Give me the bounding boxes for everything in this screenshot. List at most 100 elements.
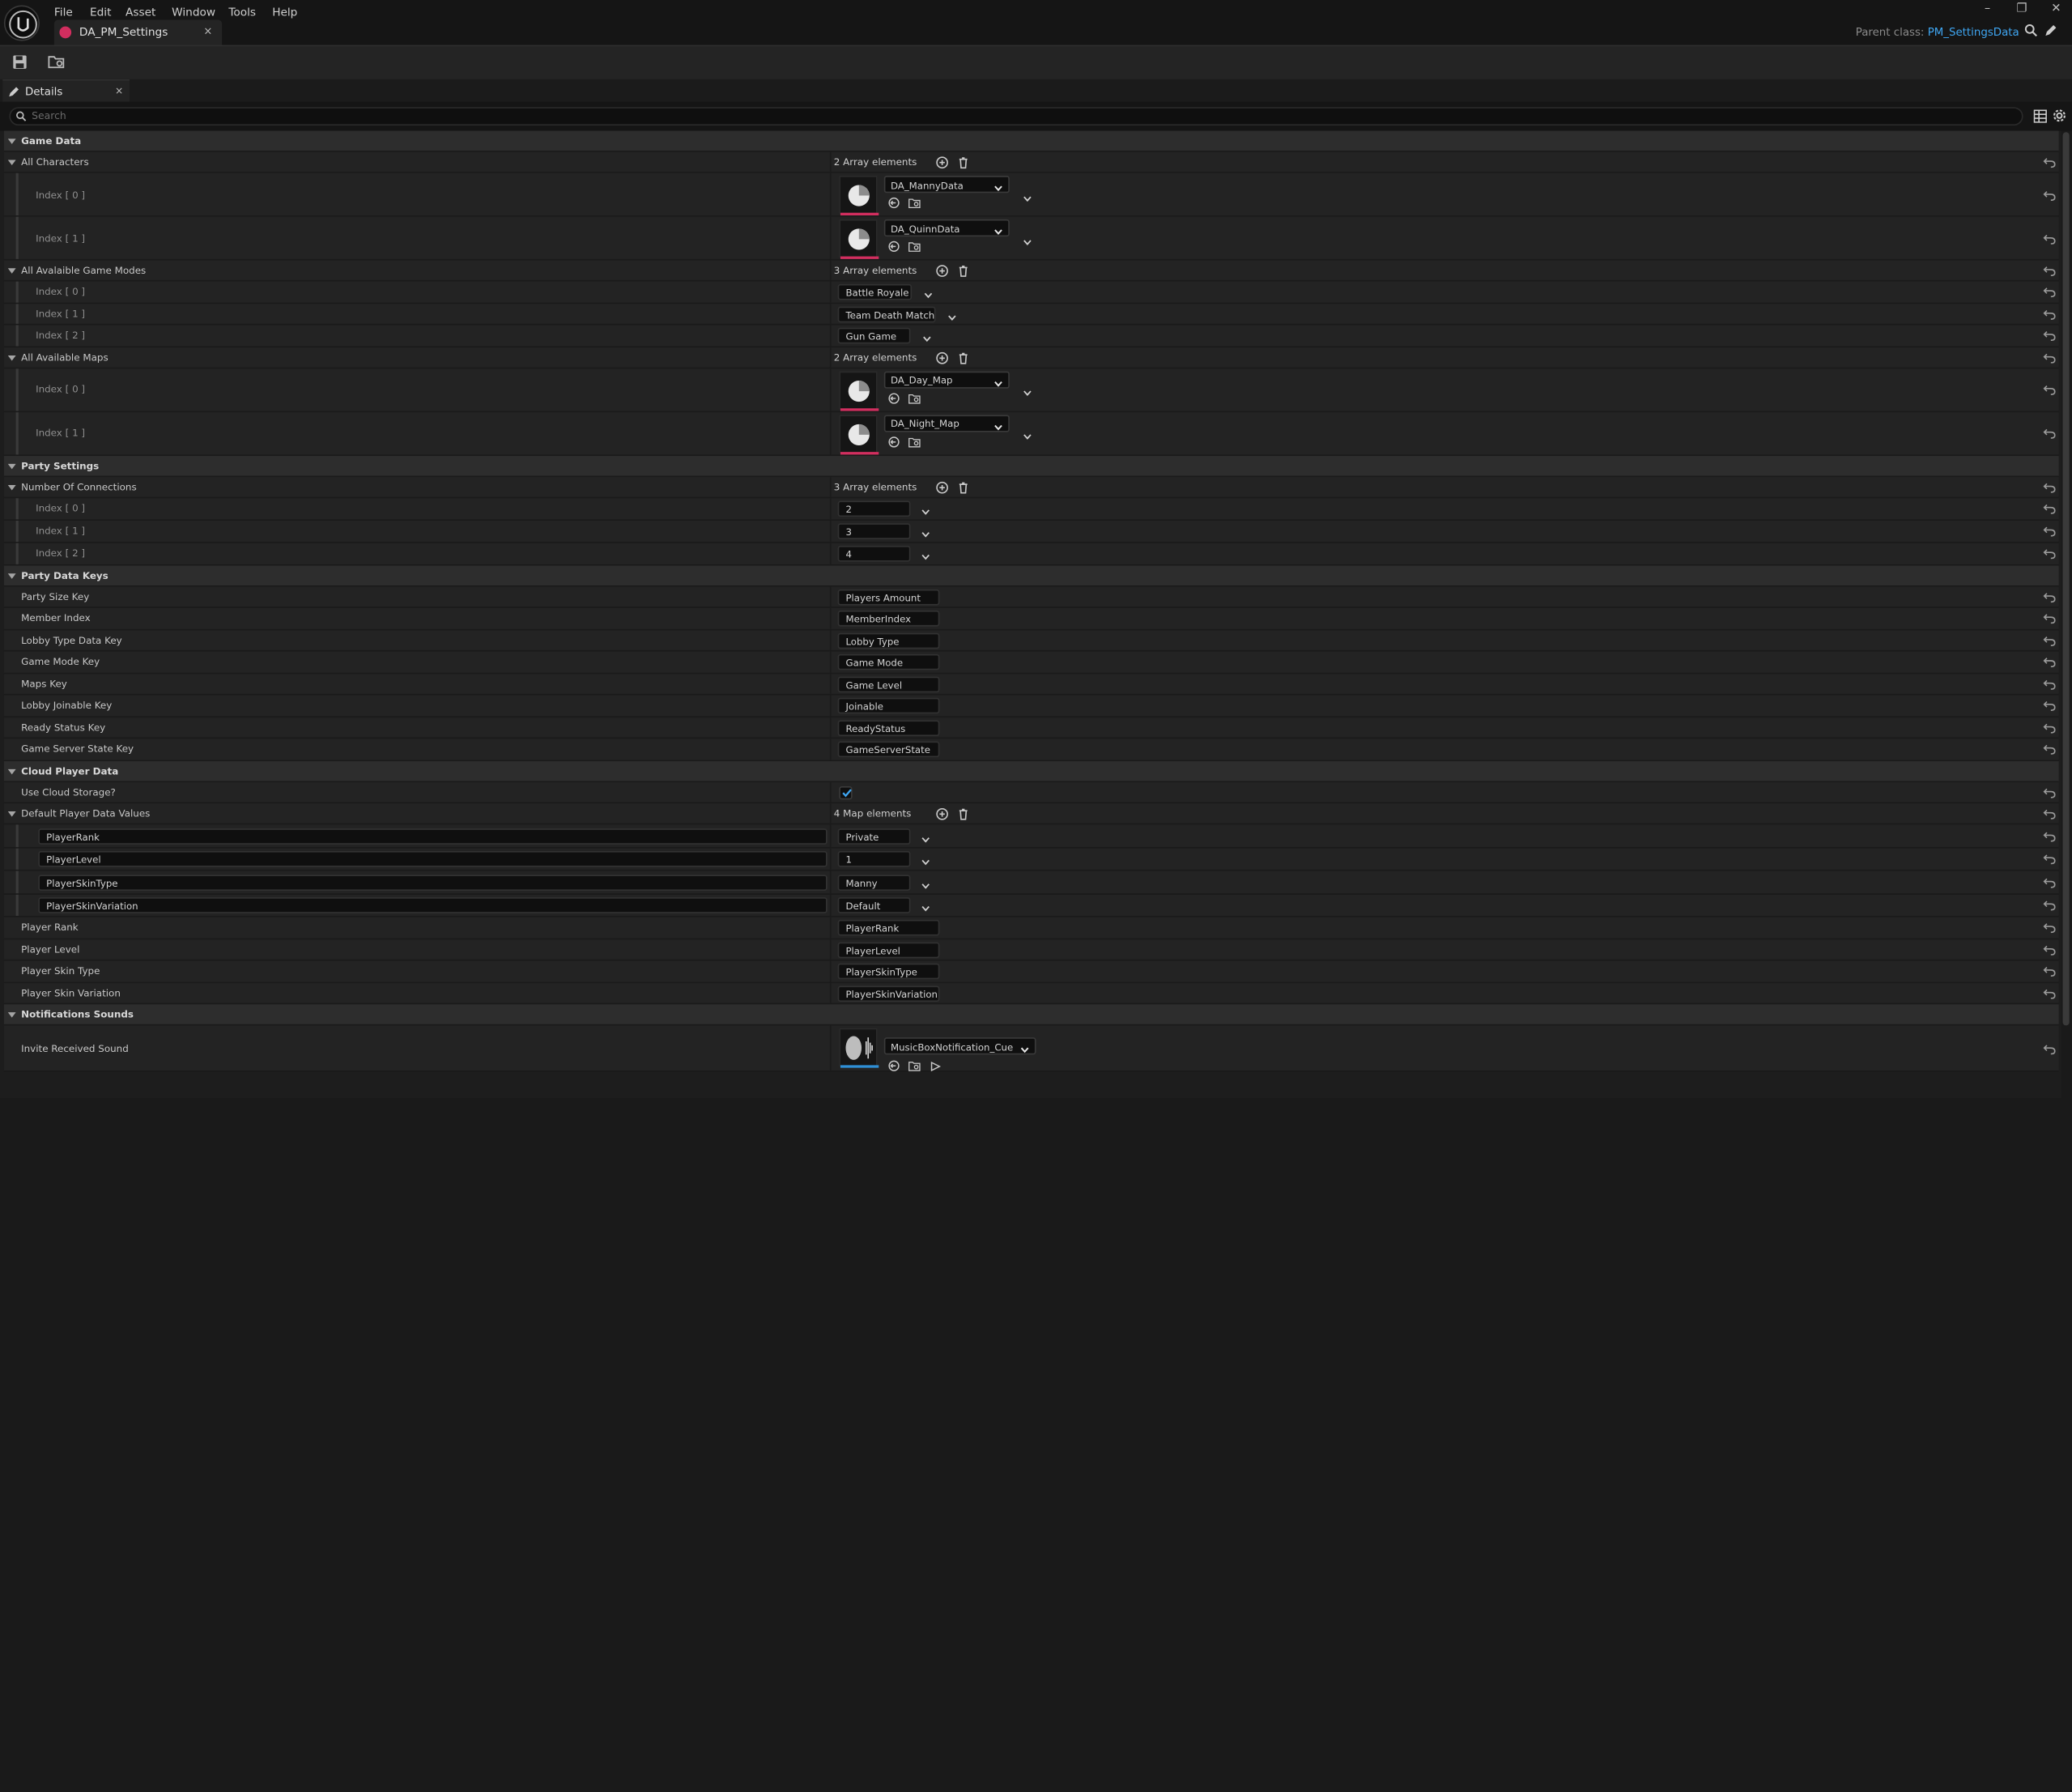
asset-tab[interactable]: DA_PM_Settings × xyxy=(53,19,223,45)
expand-arrow-icon[interactable] xyxy=(7,355,16,360)
column-splitter[interactable] xyxy=(829,607,832,629)
column-splitter[interactable] xyxy=(829,497,832,519)
text-field[interactable]: Joinable xyxy=(837,698,940,714)
column-splitter[interactable] xyxy=(829,982,832,1003)
reset-to-default-icon[interactable] xyxy=(2043,287,2056,298)
reset-to-default-icon[interactable] xyxy=(2043,744,2056,756)
expand-arrow-icon[interactable] xyxy=(7,484,16,490)
text-field[interactable]: Game Mode xyxy=(837,654,940,670)
add-element-icon[interactable] xyxy=(935,351,948,364)
map-key-field[interactable]: PlayerRank xyxy=(38,828,828,845)
column-splitter[interactable] xyxy=(829,411,832,454)
map-key-field[interactable]: PlayerSkinType xyxy=(38,874,828,891)
asset-thumbnail[interactable] xyxy=(839,176,879,216)
chevron-down-icon[interactable] xyxy=(921,551,930,560)
asset-picker[interactable]: DA_Night_Map xyxy=(883,414,1010,432)
chevron-down-icon[interactable] xyxy=(921,833,930,843)
reset-to-default-icon[interactable] xyxy=(2043,700,2056,712)
menu-file[interactable]: File xyxy=(50,2,77,21)
column-splitter[interactable] xyxy=(829,717,832,738)
delete-all-icon[interactable] xyxy=(957,264,970,277)
close-details-button[interactable]: × xyxy=(115,84,123,96)
enum-dropdown[interactable]: Battle Royale xyxy=(837,284,913,300)
use-selected-icon[interactable] xyxy=(888,436,901,449)
text-field[interactable]: Game Level xyxy=(837,676,940,692)
column-splitter[interactable] xyxy=(829,347,832,367)
column-splitter[interactable] xyxy=(829,303,832,324)
number-field[interactable]: 3 xyxy=(837,523,911,539)
text-field[interactable]: Players Amount xyxy=(837,589,940,606)
add-element-icon[interactable] xyxy=(935,807,948,820)
expand-arrow-icon[interactable] xyxy=(7,268,16,274)
asset-thumbnail[interactable] xyxy=(839,1028,879,1068)
delete-all-icon[interactable] xyxy=(957,807,970,820)
expand-arrow-icon[interactable] xyxy=(7,768,16,774)
add-element-icon[interactable] xyxy=(935,156,948,169)
expand-arrow-icon[interactable] xyxy=(7,1012,16,1018)
text-field[interactable]: Lobby Type xyxy=(837,632,940,649)
reset-to-default-icon[interactable] xyxy=(2043,923,2056,934)
column-splitter[interactable] xyxy=(829,520,832,542)
map-value-field[interactable]: Manny xyxy=(837,874,911,891)
column-splitter[interactable] xyxy=(829,216,832,259)
reset-to-default-icon[interactable] xyxy=(2043,831,2056,842)
column-splitter[interactable] xyxy=(829,585,832,607)
asset-thumbnail[interactable] xyxy=(839,219,879,259)
column-splitter[interactable] xyxy=(829,1025,832,1071)
expand-chevron-icon[interactable] xyxy=(1023,431,1032,440)
column-splitter[interactable] xyxy=(829,172,832,216)
reset-to-default-icon[interactable] xyxy=(2043,482,2056,492)
number-field[interactable]: 4 xyxy=(837,546,911,562)
expand-chevron-icon[interactable] xyxy=(1023,387,1032,396)
map-key-field[interactable]: PlayerSkinVariation xyxy=(38,897,828,914)
browse-icon[interactable] xyxy=(48,54,66,73)
reset-to-default-icon[interactable] xyxy=(2043,385,2056,395)
column-splitter[interactable] xyxy=(829,803,832,824)
delete-all-icon[interactable] xyxy=(957,156,970,169)
reset-to-default-icon[interactable] xyxy=(2043,900,2056,911)
map-value-field[interactable]: 1 xyxy=(837,851,911,867)
delete-all-icon[interactable] xyxy=(957,351,970,364)
asset-thumbnail[interactable] xyxy=(839,370,879,411)
map-value-field[interactable]: Private xyxy=(837,828,911,845)
settings-gear-icon[interactable] xyxy=(2052,109,2066,123)
use-selected-icon[interactable] xyxy=(888,1060,901,1073)
text-field[interactable]: PlayerRank xyxy=(837,920,940,936)
column-splitter[interactable] xyxy=(829,939,832,960)
save-icon[interactable] xyxy=(12,54,31,73)
column-splitter[interactable] xyxy=(829,651,832,672)
close-window-button[interactable]: ✕ xyxy=(2043,2,2070,15)
text-field[interactable]: PlayerSkinVariation xyxy=(837,985,940,1002)
use-selected-icon[interactable] xyxy=(888,392,901,405)
asset-picker[interactable]: DA_QuinnData xyxy=(883,219,1010,237)
reset-to-default-icon[interactable] xyxy=(2043,636,2056,646)
reset-to-default-icon[interactable] xyxy=(2043,504,2056,514)
chevron-down-icon[interactable] xyxy=(921,903,930,912)
text-field[interactable]: MemberIndex xyxy=(837,611,940,627)
text-field[interactable]: GameServerState xyxy=(837,741,940,758)
column-splitter[interactable] xyxy=(829,151,832,172)
asset-picker[interactable]: DA_MannyData xyxy=(883,176,1010,194)
menu-help[interactable]: Help xyxy=(268,2,301,21)
reset-to-default-icon[interactable] xyxy=(2043,988,2056,999)
reset-to-default-icon[interactable] xyxy=(2043,526,2056,537)
reset-to-default-icon[interactable] xyxy=(2043,854,2056,865)
chevron-down-icon[interactable] xyxy=(924,290,933,299)
enum-dropdown[interactable]: Gun Game xyxy=(837,328,911,344)
chevron-down-icon[interactable] xyxy=(922,334,931,343)
reset-to-default-icon[interactable] xyxy=(2043,548,2056,560)
chevron-down-icon[interactable] xyxy=(921,506,930,515)
expand-arrow-icon[interactable] xyxy=(7,811,16,817)
asset-picker[interactable]: DA_Day_Map xyxy=(883,370,1010,388)
add-element-icon[interactable] xyxy=(935,480,948,493)
parent-class-link[interactable]: PM_SettingsData xyxy=(1928,25,2019,38)
unreal-logo-icon[interactable] xyxy=(3,5,40,41)
delete-all-icon[interactable] xyxy=(957,480,970,493)
close-tab-button[interactable]: × xyxy=(203,25,212,37)
expand-arrow-icon[interactable] xyxy=(7,160,16,165)
column-splitter[interactable] xyxy=(829,542,832,564)
expand-arrow-icon[interactable] xyxy=(7,463,16,469)
details-tab[interactable]: Details × xyxy=(2,79,130,102)
column-splitter[interactable] xyxy=(829,781,832,802)
browse-asset-icon[interactable] xyxy=(908,392,921,405)
